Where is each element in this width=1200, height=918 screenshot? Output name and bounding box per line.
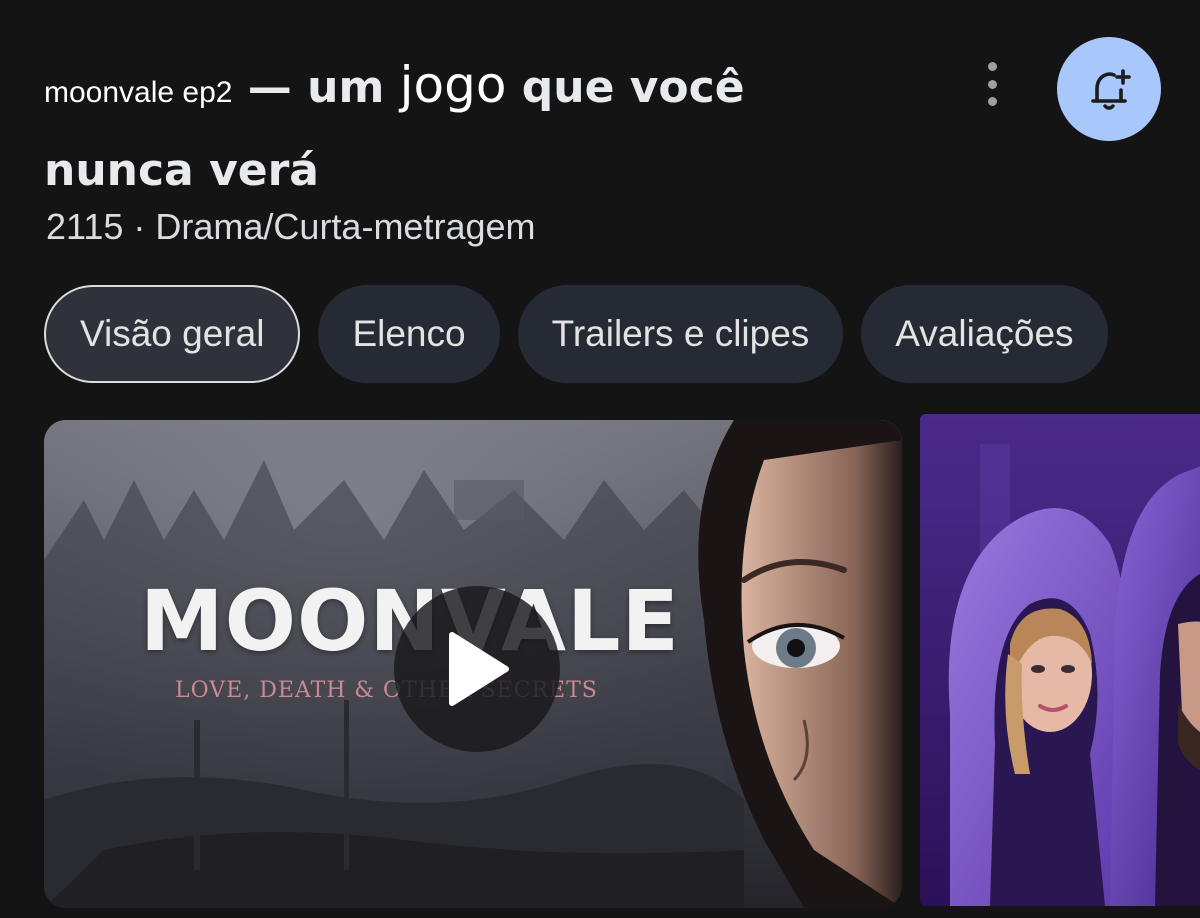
page-title: moonvale ep2 — um jogo que você nunca ve… <box>44 46 924 210</box>
hooded-characters-artwork <box>920 414 1200 906</box>
title-word-um: um <box>307 62 385 113</box>
kebab-dot <box>987 97 997 106</box>
tab-overview[interactable]: Visão geral <box>44 285 301 383</box>
title-dash: — <box>247 62 292 113</box>
bell-add-icon <box>1091 69 1131 110</box>
media-carousel: MOONVALE LOVE, DEATH & OTHER SECRETS <box>44 414 1200 918</box>
tab-trailers[interactable]: Trailers e clipes <box>517 285 844 383</box>
title-prefix: moonvale ep2 <box>44 76 233 109</box>
poster-image-thumbnail[interactable] <box>920 414 1200 906</box>
kebab-dot <box>987 79 997 89</box>
tab-reviews[interactable]: Avaliações <box>861 285 1108 383</box>
trailer-video-thumbnail[interactable]: MOONVALE LOVE, DEATH & OTHER SECRETS <box>44 420 902 908</box>
play-button[interactable] <box>394 586 560 752</box>
kebab-dot <box>987 62 997 71</box>
title-word-que-voce: que você <box>521 62 745 113</box>
title-word-jogo: jogo <box>399 56 507 114</box>
play-icon <box>449 632 509 706</box>
tab-bar: Visão geral Elenco Trailers e clipes Ava… <box>44 285 1108 383</box>
notify-button[interactable] <box>1057 37 1161 141</box>
more-vert-icon[interactable] <box>978 62 1006 106</box>
tab-cast[interactable]: Elenco <box>318 285 500 383</box>
subtitle-year-genre: 2115 · Drama/Curta-metragem <box>46 206 536 247</box>
page: moonvale ep2 — um jogo que você nunca ve… <box>0 0 1200 918</box>
title-line-2: nunca verá <box>44 145 319 196</box>
